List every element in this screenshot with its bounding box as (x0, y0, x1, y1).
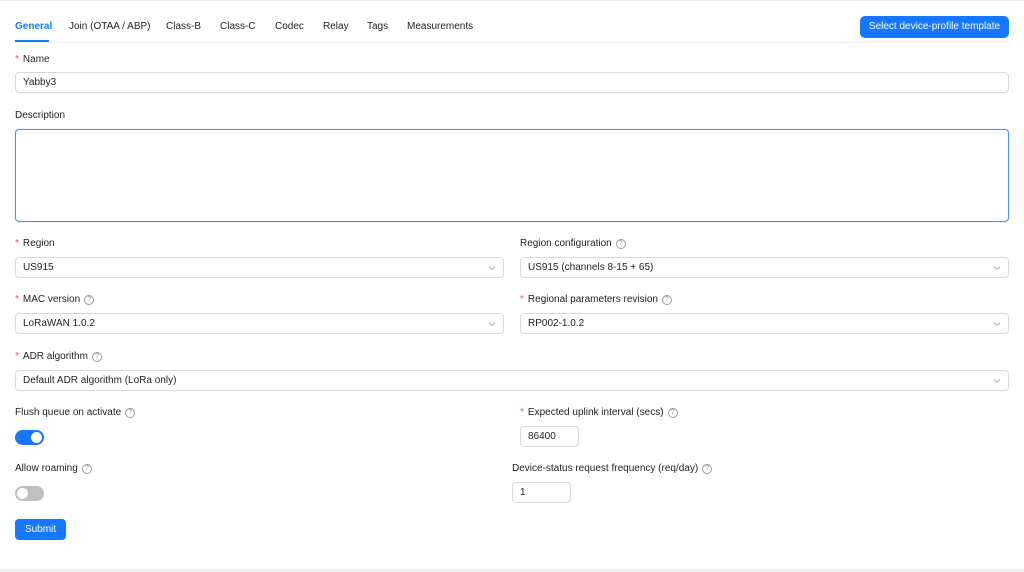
description-textarea[interactable] (15, 129, 1009, 222)
help-icon[interactable]: ? (702, 464, 713, 474)
tab-class-c[interactable]: Class-C (220, 20, 256, 34)
flush-queue-label: Flush queue on activate ? (15, 406, 136, 420)
chevron-down-icon (993, 266, 1001, 271)
tab-tags[interactable]: Tags (367, 20, 388, 34)
chevron-down-icon (488, 322, 496, 327)
required-marker: * (15, 238, 19, 249)
chevron-down-icon (993, 379, 1001, 384)
switch-knob (17, 488, 28, 499)
name-label: * Name (15, 54, 50, 65)
regional-params-select-value: RP002-1.0.2 (528, 318, 585, 329)
chevron-down-icon (488, 266, 496, 271)
adr-select[interactable]: Default ADR algorithm (LoRa only) (15, 370, 1009, 391)
tab-class-b[interactable]: Class-B (166, 20, 201, 34)
region-config-label: Region configuration ? (520, 237, 626, 251)
required-marker: * (15, 54, 19, 65)
mac-version-select[interactable]: LoRaWAN 1.0.2 (15, 313, 504, 334)
allow-roaming-switch[interactable] (15, 486, 44, 501)
mac-version-label: * MAC version ? (15, 293, 95, 307)
help-icon[interactable]: ? (91, 352, 102, 362)
uplink-interval-label: * Expected uplink interval (secs) ? (520, 406, 678, 420)
region-config-select[interactable]: US915 (channels 8-15 + 65) (520, 257, 1009, 278)
region-label: * Region (15, 238, 55, 249)
status-frequency-input[interactable]: 1 (512, 482, 571, 503)
help-icon[interactable]: ? (661, 295, 672, 305)
required-marker: * (15, 294, 19, 305)
select-template-button[interactable]: Select device-profile template (860, 16, 1009, 38)
tab-codec[interactable]: Codec (275, 20, 304, 34)
tab-join[interactable]: Join (OTAA / ABP) (69, 20, 151, 34)
required-marker: * (15, 351, 19, 362)
help-icon[interactable]: ? (125, 408, 136, 418)
help-icon[interactable]: ? (81, 464, 92, 474)
region-config-select-value: US915 (channels 8-15 + 65) (528, 262, 654, 273)
switch-knob (31, 432, 42, 443)
tab-general[interactable]: General (15, 20, 52, 34)
regional-params-select[interactable]: RP002-1.0.2 (520, 313, 1009, 334)
regional-params-label: * Regional parameters revision ? (520, 293, 672, 307)
tab-measurements[interactable]: Measurements (407, 20, 473, 34)
name-input[interactable]: Yabby3 (15, 72, 1009, 93)
help-icon[interactable]: ? (615, 239, 626, 249)
status-frequency-label: Device-status request frequency (req/day… (512, 462, 713, 476)
region-select-value: US915 (23, 262, 54, 273)
flush-queue-switch[interactable] (15, 430, 44, 445)
submit-button[interactable]: Submit (15, 519, 66, 540)
adr-label: * ADR algorithm ? (15, 350, 102, 364)
region-select[interactable]: US915 (15, 257, 504, 278)
chevron-down-icon (993, 322, 1001, 327)
tab-relay[interactable]: Relay (323, 20, 349, 34)
description-label: Description (15, 110, 66, 121)
help-icon[interactable]: ? (667, 408, 678, 418)
required-marker: * (520, 407, 524, 418)
help-icon[interactable]: ? (84, 295, 95, 305)
mac-version-select-value: LoRaWAN 1.0.2 (23, 318, 95, 329)
adr-select-value: Default ADR algorithm (LoRa only) (23, 375, 177, 386)
uplink-interval-input[interactable]: 86400 (520, 426, 579, 447)
active-tab-indicator (15, 40, 49, 42)
allow-roaming-label: Allow roaming ? (15, 462, 92, 476)
required-marker: * (520, 294, 524, 305)
